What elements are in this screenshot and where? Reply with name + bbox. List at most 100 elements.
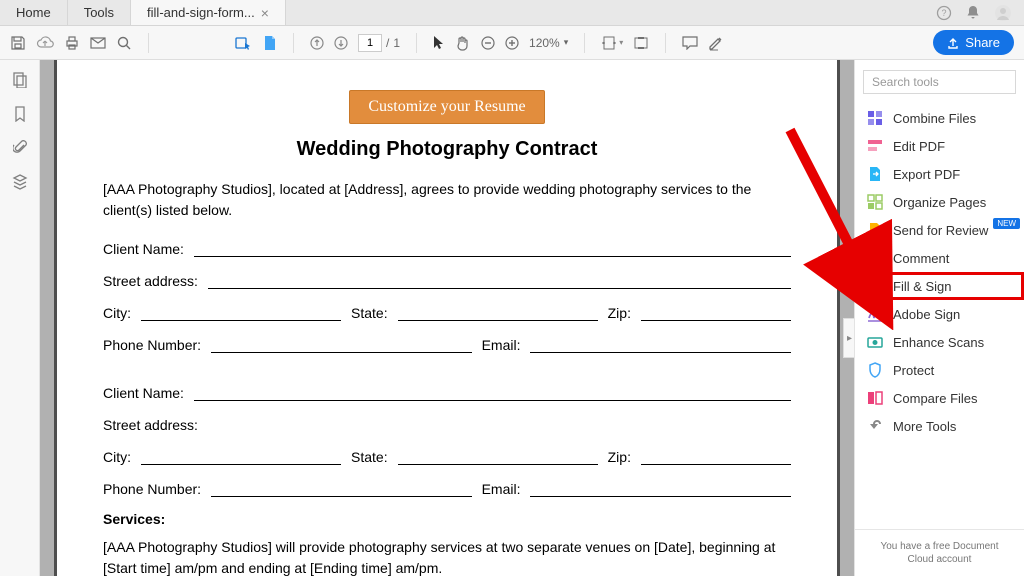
profile-icon[interactable] [994,4,1012,22]
tool-enhance[interactable]: Enhance Scans [855,328,1024,356]
zoom-level[interactable]: 120%▾ [529,36,568,50]
tab-file-label: fill-and-sign-form... [147,5,255,20]
hand-icon[interactable] [455,35,471,51]
cloud-icon[interactable] [36,36,54,50]
field-city1[interactable] [141,307,341,321]
tab-tools-label: Tools [84,5,114,20]
edit-icon [867,138,883,154]
label-phone1: Phone Number: [103,337,201,353]
tool-label: Organize Pages [893,195,986,210]
tab-tools[interactable]: Tools [68,0,131,25]
tool-label: Adobe Sign [893,307,960,322]
search-icon[interactable] [116,35,132,51]
tool-protect[interactable]: Protect [855,356,1024,384]
mail-icon[interactable] [90,37,106,49]
attachment-icon[interactable] [13,140,27,156]
field-phone2[interactable] [211,483,472,497]
page-up-icon[interactable] [310,36,324,50]
tool-combine[interactable]: Combine Files [855,104,1024,132]
combine-icon [867,110,883,126]
thumbnails-icon[interactable] [12,72,28,88]
field-phone1[interactable] [211,339,472,353]
organize-icon [867,194,883,210]
toolbar: / 1 120%▾ ▾ Share [0,26,1024,60]
services-body: [AAA Photography Studios] will provide p… [103,537,791,576]
help-icon[interactable]: ? [936,5,952,21]
label-city1: City: [103,305,131,321]
field-state2[interactable] [398,451,598,465]
label-email1: Email: [482,337,521,353]
field-zip1[interactable] [641,307,791,321]
customize-resume-button[interactable]: Customize your Resume [349,90,544,124]
page-down-icon[interactable] [334,36,348,50]
zoom-in-icon[interactable] [505,36,519,50]
field-street1[interactable] [208,275,791,289]
layers-icon[interactable] [12,174,28,190]
tool-edit[interactable]: Edit PDF [855,132,1024,160]
share-button[interactable]: Share [933,30,1014,55]
label-state1: State: [351,305,388,321]
field-state1[interactable] [398,307,598,321]
page-number: / 1 [358,34,400,52]
tool-label: Export PDF [893,167,960,182]
selection-tool-icon[interactable] [235,35,253,51]
right-panel: Search tools Combine Files Edit PDF Export… [854,60,1024,576]
more-icon [867,418,883,434]
left-rail [0,60,40,576]
field-client2[interactable] [194,387,791,401]
tool-organize[interactable]: Organize Pages [855,188,1024,216]
label-city2: City: [103,449,131,465]
tab-bar: Home Tools fill-and-sign-form... × ? [0,0,1024,26]
tool-more[interactable]: More Tools [855,412,1024,440]
label-email2: Email: [482,481,521,497]
label-client2: Client Name: [103,385,184,401]
label-zip1: Zip: [608,305,631,321]
tool-review[interactable]: Send for Review NEW [855,216,1024,244]
new-badge: NEW [993,218,1020,229]
tool-label: Protect [893,363,934,378]
tool-label: Combine Files [893,111,976,126]
protect-icon [867,362,883,378]
print-icon[interactable] [64,35,80,51]
tool-label: Send for Review [893,223,988,238]
tool-fillsign[interactable]: Fill & Sign [855,272,1024,300]
svg-text:?: ? [941,8,946,18]
sign-tool-icon[interactable] [708,35,724,51]
search-tools-input[interactable]: Search tools [863,70,1016,94]
tool-export[interactable]: Export PDF [855,160,1024,188]
document-area[interactable]: ▸ Customize your Resume Wedding Photogra… [40,60,854,576]
label-zip2: Zip: [608,449,631,465]
zoom-out-icon[interactable] [481,36,495,50]
export-icon [867,166,883,182]
field-email1[interactable] [530,339,791,353]
tool-label: Compare Files [893,391,978,406]
tool-comment[interactable]: Comment [855,244,1024,272]
field-client1[interactable] [194,243,791,257]
page-icon[interactable] [263,35,277,51]
tool-label: More Tools [893,419,956,434]
save-icon[interactable] [10,35,26,51]
fillsign-icon [867,278,883,294]
pointer-icon[interactable] [433,35,445,51]
fit-page-icon[interactable] [633,36,649,50]
tool-adobesign[interactable]: Adobe Sign [855,300,1024,328]
fit-width-icon[interactable]: ▾ [601,36,623,50]
bell-icon[interactable] [966,5,980,21]
tool-label: Edit PDF [893,139,945,154]
doc-intro: [AAA Photography Studios], located at [A… [103,179,791,221]
field-city2[interactable] [141,451,341,465]
tab-home[interactable]: Home [0,0,68,25]
main: ▸ Customize your Resume Wedding Photogra… [0,60,1024,576]
close-icon[interactable]: × [261,6,269,20]
collapse-handle-icon[interactable]: ▸ [843,318,854,358]
field-email2[interactable] [530,483,791,497]
comment-tool-icon[interactable] [682,36,698,50]
tool-label: Fill & Sign [893,279,952,294]
tool-compare[interactable]: Compare Files [855,384,1024,412]
bookmark-icon[interactable] [14,106,26,122]
page-input[interactable] [358,34,382,52]
tab-file[interactable]: fill-and-sign-form... × [131,0,286,25]
field-zip2[interactable] [641,451,791,465]
share-label: Share [965,35,1000,50]
tab-home-label: Home [16,5,51,20]
